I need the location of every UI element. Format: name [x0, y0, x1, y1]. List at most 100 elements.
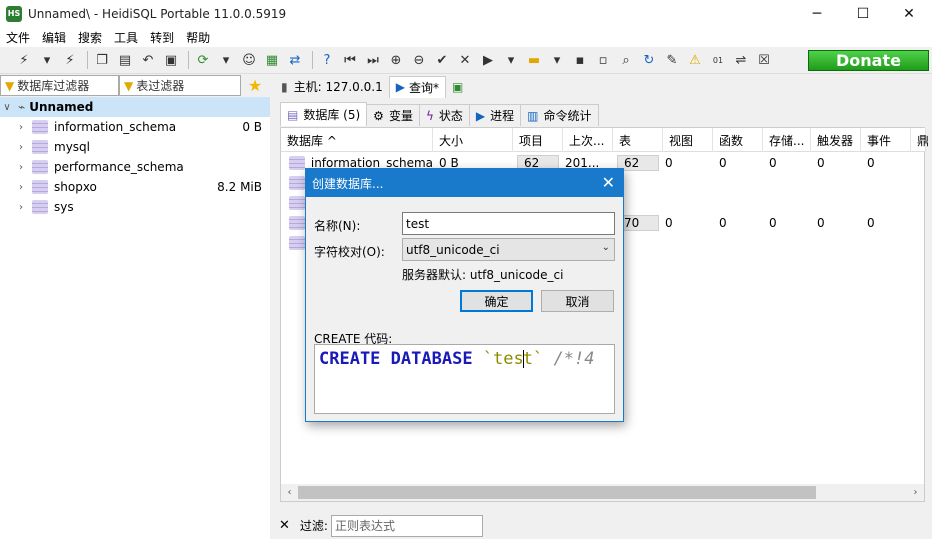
cancel-button[interactable]: 取消 — [541, 290, 614, 312]
tab-databases-label: 数据库 (5) — [303, 108, 361, 122]
donate-button[interactable]: Donate — [808, 50, 929, 71]
collation-select[interactable]: utf8_unicode_ci ⌄ — [402, 238, 615, 261]
database-name: shopxo — [54, 180, 97, 194]
new-query-tab-button[interactable]: ▣ — [446, 76, 469, 98]
column-header[interactable]: 存储... — [763, 128, 811, 152]
table-filter-input[interactable]: ▼ 表过滤器 — [119, 75, 241, 96]
tab-variables[interactable]: ⚙ 变量 — [366, 104, 420, 126]
undo-icon[interactable]: ↶ — [138, 50, 158, 70]
tree-item-database[interactable]: › shopxo 8.2 MiB — [0, 177, 270, 197]
paste-icon[interactable]: ▤ — [115, 50, 135, 70]
chevron-down-icon[interactable]: ▾ — [501, 50, 521, 70]
tree-item-database[interactable]: › mysql — [0, 137, 270, 157]
tab-host[interactable]: ▮ 主机: 127.0.0.1 — [275, 76, 389, 98]
cancel-icon[interactable]: ✕ — [455, 50, 475, 70]
scroll-left-icon[interactable]: ‹ — [281, 487, 298, 498]
filter-label: 过滤: — [299, 519, 328, 533]
column-header[interactable]: 鼎 — [911, 128, 929, 152]
chevron-right-icon[interactable]: › — [14, 142, 28, 153]
tree-item-database[interactable]: › performance_schema — [0, 157, 270, 177]
maximize-button[interactable]: ☐ — [840, 0, 886, 27]
scroll-right-icon[interactable]: › — [907, 487, 924, 498]
tree-item-database[interactable]: › information_schema 0 B — [0, 117, 270, 137]
tab-processes[interactable]: ▶ 进程 — [468, 104, 522, 126]
tree-item-database[interactable]: › sys — [0, 197, 270, 217]
database-icon — [289, 236, 305, 250]
close-window-button[interactable]: ✕ — [886, 0, 932, 27]
close-icon[interactable]: ✕ — [602, 173, 615, 192]
chevron-down-icon[interactable]: ▾ — [547, 50, 567, 70]
ok-button[interactable]: 确定 — [460, 290, 533, 312]
database-icon — [289, 156, 305, 170]
menu-tools[interactable]: 工具 — [108, 29, 144, 46]
column-header[interactable]: 函数 — [713, 128, 763, 152]
users-icon[interactable]: ☺ — [239, 50, 259, 70]
regex-filter-input[interactable]: 正则表达式 — [330, 514, 483, 537]
warning-icon[interactable]: ⚠ — [685, 50, 705, 70]
create-code-editor[interactable]: CREATE DATABASE `test` /*!4 — [314, 344, 615, 414]
last-record-icon[interactable]: ⏭ — [363, 50, 383, 70]
menu-edit[interactable]: 编辑 — [36, 29, 72, 46]
minimize-button[interactable]: ─ — [794, 0, 840, 27]
menu-file[interactable]: 文件 — [0, 29, 36, 46]
menu-goto[interactable]: 转到 — [144, 29, 180, 46]
favorites-star-icon[interactable]: ★ — [241, 75, 269, 96]
scroll-thumb[interactable] — [298, 486, 816, 499]
column-header[interactable]: 触发器 — [811, 128, 861, 152]
chevron-down-icon[interactable]: ▾ — [216, 50, 236, 70]
database-name: information_schema — [54, 120, 177, 134]
save-icon[interactable]: ▪ — [570, 50, 590, 70]
refresh-icon[interactable]: ⟳ — [193, 50, 213, 70]
column-header[interactable]: 上次... — [563, 128, 613, 152]
import-icon[interactable]: ⇄ — [285, 50, 305, 70]
tab-command-stats[interactable]: ▥ 命令统计 — [520, 104, 599, 126]
plug-disconnect-icon[interactable]: ⚡ — [60, 50, 80, 70]
binary-icon[interactable]: 01 — [708, 50, 728, 70]
replace-icon[interactable]: ↻ — [639, 50, 659, 70]
dialog-title-bar: 创建数据库... ✕ — [306, 169, 623, 197]
column-header[interactable]: 项目 — [513, 128, 563, 152]
menu-search[interactable]: 搜索 — [72, 29, 108, 46]
export-icon[interactable]: ▦ — [262, 50, 282, 70]
tree-root-session[interactable]: ∨ ⌁ Unnamed — [0, 97, 270, 117]
close-filter-icon[interactable]: ✕ — [279, 518, 290, 533]
close-tab-icon[interactable]: ☒ — [754, 50, 774, 70]
column-header[interactable]: 表 — [613, 128, 663, 152]
grid-header: 数据库 ^ 大小 项目 上次... 表 视图 函数 存储... 触发器 事件 鼎 — [281, 128, 929, 152]
chevron-down-icon[interactable]: ∨ — [0, 102, 14, 113]
column-header[interactable]: 数据库 ^ — [281, 128, 433, 152]
database-filter-input[interactable]: ▼ 数据库过滤器 — [0, 75, 119, 96]
chevron-right-icon[interactable]: › — [14, 162, 28, 173]
chevron-right-icon[interactable]: › — [14, 182, 28, 193]
heidisql-app-icon: HS — [6, 5, 22, 22]
copy-icon[interactable]: ❐ — [92, 50, 112, 70]
chevron-down-icon[interactable]: ▾ — [37, 50, 57, 70]
folder-icon[interactable]: ▬ — [524, 50, 544, 70]
add-icon[interactable]: ⊕ — [386, 50, 406, 70]
wrap-icon[interactable]: ⇌ — [731, 50, 751, 70]
column-header[interactable]: 事件 — [861, 128, 911, 152]
horizontal-scrollbar[interactable]: ‹ › — [281, 484, 924, 501]
sql-keyword: DATABASE — [390, 349, 473, 369]
plug-icon[interactable]: ⚡ — [14, 50, 34, 70]
remove-icon[interactable]: ⊖ — [409, 50, 429, 70]
database-name-input[interactable]: test — [402, 212, 615, 235]
tab-databases[interactable]: ▤ 数据库 (5) — [280, 102, 368, 126]
sql-keyword: CREATE — [319, 349, 381, 369]
column-header[interactable]: 大小 — [433, 128, 513, 152]
check-icon[interactable]: ✔ — [432, 50, 452, 70]
chevron-right-icon[interactable]: › — [14, 202, 28, 213]
run-icon[interactable]: ▶ — [478, 50, 498, 70]
print-icon[interactable]: ▣ — [161, 50, 181, 70]
row-events: 0 — [867, 156, 875, 170]
tab-query[interactable]: ▶ 查询* — [388, 75, 446, 98]
menu-help[interactable]: 帮助 — [180, 29, 216, 46]
save-all-icon[interactable]: ▫ — [593, 50, 613, 70]
tab-status[interactable]: ϟ 状态 — [418, 104, 470, 126]
help-icon[interactable]: ? — [317, 50, 337, 70]
clean-icon[interactable]: ✎ — [662, 50, 682, 70]
first-record-icon[interactable]: ⏮ — [340, 50, 360, 70]
column-header[interactable]: 视图 — [663, 128, 713, 152]
chevron-right-icon[interactable]: › — [14, 122, 28, 133]
search-icon[interactable]: ⌕ — [616, 50, 636, 70]
